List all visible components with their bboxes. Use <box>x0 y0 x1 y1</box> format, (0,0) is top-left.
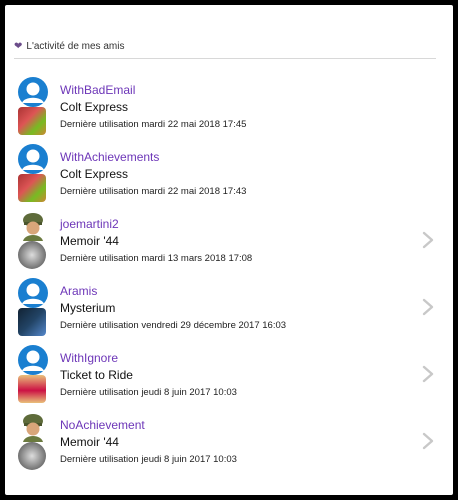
user-avatar-icon[interactable] <box>18 345 48 375</box>
game-name: Ticket to Ride <box>60 368 133 382</box>
game-thumbnail-memoir-44[interactable] <box>18 241 48 269</box>
game-thumbnail-memoir-44[interactable] <box>18 442 48 470</box>
game-thumbnail-mysterium[interactable] <box>18 308 48 336</box>
last-used-text: Dernière utilisation mardi 22 mai 2018 1… <box>60 119 247 130</box>
user-avatar-icon[interactable] <box>18 144 48 174</box>
username-link[interactable]: WithAchievements <box>60 150 159 164</box>
game-thumbnail-colt-express[interactable] <box>18 107 48 135</box>
game-name: Colt Express <box>60 100 129 114</box>
activity-item[interactable]: NoAchievement Memoir '44 Dernière utilis… <box>5 406 453 473</box>
heart-icon: ❤ <box>14 40 23 52</box>
user-avatar-icon[interactable] <box>18 77 48 107</box>
last-used-text: Dernière utilisation mardi 13 mars 2018 … <box>60 253 253 264</box>
last-used-text: Dernière utilisation vendredi 29 décembr… <box>60 320 287 331</box>
chevron-right-icon[interactable] <box>421 298 435 316</box>
last-used-text: Dernière utilisation jeudi 8 juin 2017 1… <box>60 454 237 465</box>
username-link[interactable]: joemartini2 <box>60 217 119 231</box>
soldier-avatar[interactable] <box>18 412 48 442</box>
game-thumbnail-ticket-to-ride[interactable] <box>18 375 48 403</box>
game-name: Mysterium <box>60 301 116 315</box>
game-name: Colt Express <box>60 167 129 181</box>
username-link[interactable]: Aramis <box>60 284 97 298</box>
section-header: ❤ L'activité de mes amis <box>14 41 124 52</box>
username-link[interactable]: WithIgnore <box>60 351 118 365</box>
game-name: Memoir '44 <box>60 234 119 248</box>
soldier-avatar[interactable] <box>18 211 48 241</box>
chevron-right-icon[interactable] <box>421 365 435 383</box>
activity-item[interactable]: WithBadEmail Colt Express Dernière utili… <box>5 71 453 138</box>
last-used-text: Dernière utilisation jeudi 8 juin 2017 1… <box>60 387 237 398</box>
activity-item[interactable]: Aramis Mysterium Dernière utilisation ve… <box>5 272 453 339</box>
divider <box>14 58 436 59</box>
game-thumbnail-colt-express[interactable] <box>18 174 48 202</box>
friends-activity-panel: ❤ L'activité de mes amis WithBadEmail Co… <box>5 5 453 495</box>
activity-list: WithBadEmail Colt Express Dernière utili… <box>5 71 453 473</box>
section-title: L'activité de mes amis <box>26 41 125 52</box>
game-name: Memoir '44 <box>60 435 119 449</box>
activity-item[interactable]: WithIgnore Ticket to Ride Dernière utili… <box>5 339 453 406</box>
last-used-text: Dernière utilisation mardi 22 mai 2018 1… <box>60 186 247 197</box>
activity-item[interactable]: joemartini2 Memoir '44 Dernière utilisat… <box>5 205 453 272</box>
username-link[interactable]: NoAchievement <box>60 418 145 432</box>
chevron-right-icon[interactable] <box>421 231 435 249</box>
chevron-right-icon[interactable] <box>421 432 435 450</box>
user-avatar-icon[interactable] <box>18 278 48 308</box>
activity-item[interactable]: WithAchievements Colt Express Dernière u… <box>5 138 453 205</box>
username-link[interactable]: WithBadEmail <box>60 83 135 97</box>
